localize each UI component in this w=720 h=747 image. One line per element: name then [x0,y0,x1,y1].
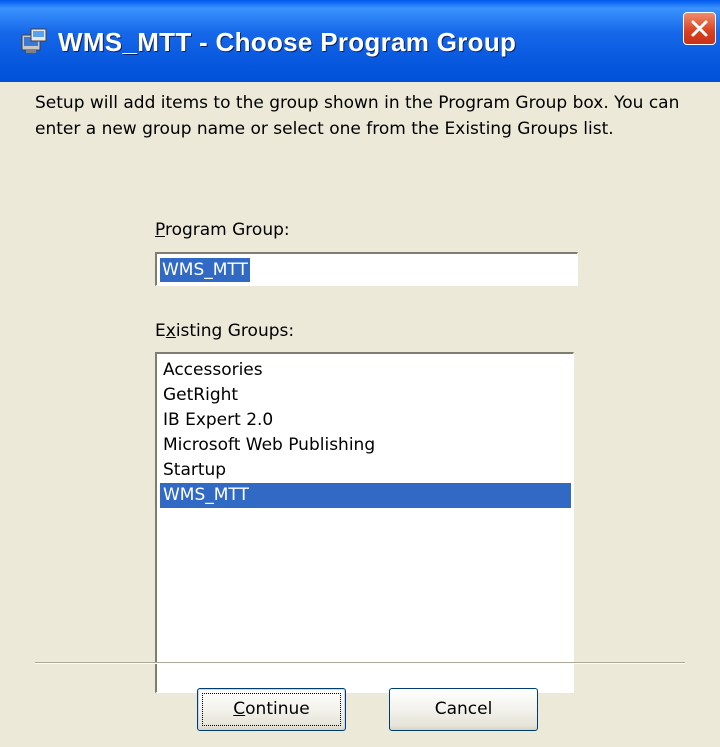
program-group-value: WMS_MTT [160,258,250,282]
existing-groups-label-text: isting Groups: [175,321,295,341]
existing-groups-mnemonic: x [165,321,176,341]
program-group-label-text: rogram Group: [164,220,290,240]
existing-groups-label-first: E [155,321,166,341]
program-group-mnemonic: P [155,220,165,240]
list-item-microsoft-web-publishing[interactable]: Microsoft Web Publishing [160,433,571,458]
close-icon [691,20,708,37]
setup-installer-icon [20,26,50,56]
button-separator [35,662,685,664]
list-item-wms-mtt[interactable]: WMS_MTT [160,483,571,508]
focus-rectangle [202,693,341,726]
existing-groups-list[interactable]: Accessories GetRight IB Expert 2.0 Micro… [155,352,574,693]
intro-text: Setup will add items to the group shown … [35,93,680,139]
list-item-startup[interactable]: Startup [160,458,571,483]
continue-button[interactable]: Continue [197,688,346,731]
window-title: WMS_MTT - Choose Program Group [58,27,517,57]
program-group-input[interactable]: WMS_MTT [155,252,578,286]
list-item-ib-expert[interactable]: IB Expert 2.0 [160,408,571,433]
list-item-getright[interactable]: GetRight [160,383,571,408]
cancel-button[interactable]: Cancel [389,688,538,731]
existing-groups-label: Existing Groups: [155,321,294,341]
list-item-accessories[interactable]: Accessories [160,358,571,383]
close-button[interactable] [683,12,716,45]
title-bar[interactable]: WMS_MTT - Choose Program Group [0,0,720,82]
program-group-label: Program Group: [155,220,290,240]
dialog-body: Setup will add items to the group shown … [0,82,720,747]
